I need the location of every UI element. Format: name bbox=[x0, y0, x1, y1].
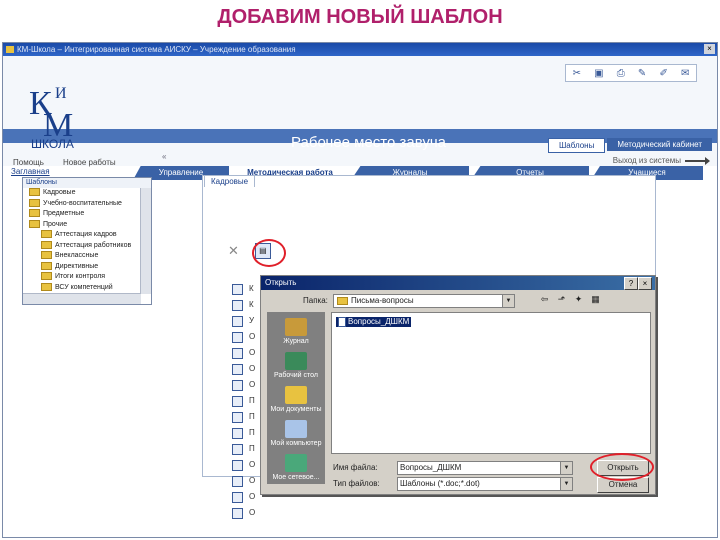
subtab-templates[interactable]: Шаблоны bbox=[547, 138, 606, 153]
tree-title: Шаблоны bbox=[23, 178, 151, 188]
pen-icon[interactable]: ✐ bbox=[659, 68, 667, 79]
template-icon bbox=[232, 460, 243, 471]
file-type-select[interactable]: Шаблоны (*.doc;*.dot) ▼ bbox=[397, 477, 573, 491]
help-icon[interactable]: ? bbox=[624, 277, 638, 290]
template-icon bbox=[232, 508, 243, 519]
mail-icon[interactable]: ✉ bbox=[681, 68, 689, 79]
window-titlebar: КМ-Школа – Интегрированная система АИСКУ… bbox=[3, 43, 717, 56]
tree-item[interactable]: Кадровые bbox=[23, 188, 151, 199]
folder-icon bbox=[41, 230, 52, 239]
folder-icon bbox=[29, 209, 40, 218]
folder-icon bbox=[41, 240, 52, 249]
folder-icon bbox=[41, 272, 52, 281]
school-logo: К И М ШКОЛА bbox=[29, 85, 74, 150]
logout-link[interactable]: Выход из системы bbox=[613, 156, 710, 165]
folder-icon bbox=[29, 219, 40, 228]
tree-item[interactable]: Внеклассные bbox=[23, 251, 151, 262]
highlight-add-template bbox=[252, 239, 286, 267]
workplace-title: Рабочее место завуча bbox=[291, 134, 447, 151]
file-list: Вопросы_ДШКМ bbox=[331, 312, 651, 454]
app-icon bbox=[6, 46, 14, 53]
place-history[interactable]: Журнал bbox=[267, 318, 325, 345]
tree-item[interactable]: Учебно-воспитательные bbox=[23, 198, 151, 210]
chevron-down-icon: ▼ bbox=[560, 462, 572, 474]
close-icon[interactable]: × bbox=[704, 44, 715, 54]
tree-horizontal-scrollbar[interactable] bbox=[23, 293, 141, 304]
tree-item[interactable]: Аттестация кадров bbox=[23, 230, 151, 241]
view-menu-icon[interactable]: ▦ bbox=[590, 294, 601, 305]
window-title: КМ-Школа – Интегрированная система АИСКУ… bbox=[17, 45, 296, 54]
tree-item[interactable]: Предметные bbox=[23, 209, 151, 220]
chevron-down-icon: ▼ bbox=[560, 478, 572, 490]
desktop-icon bbox=[285, 352, 307, 370]
tree-item[interactable]: Аттестация работников bbox=[23, 240, 151, 252]
tree-item[interactable]: Директивные bbox=[23, 261, 151, 273]
template-icon bbox=[232, 444, 243, 455]
arrow-right-icon bbox=[685, 156, 710, 165]
places-bar: Журнал Рабочий стол Мои документы Мой ко… bbox=[267, 312, 325, 484]
template-icon bbox=[232, 396, 243, 407]
template-icon bbox=[232, 348, 243, 359]
tree-item[interactable]: ВСУ компетенций bbox=[23, 282, 151, 294]
file-name-input[interactable]: Вопросы_ДШКМ ▼ bbox=[397, 461, 573, 475]
tree-item[interactable]: Прочие bbox=[23, 219, 151, 231]
folder-icon bbox=[41, 282, 52, 291]
computer-icon bbox=[285, 420, 307, 438]
new-folder-icon[interactable]: ✦ bbox=[573, 294, 584, 305]
tree-item[interactable]: Итоги контроля bbox=[23, 272, 151, 283]
edit-icon[interactable]: ✎ bbox=[638, 68, 646, 79]
dialog-title: Открыть bbox=[265, 278, 297, 287]
chevron-down-icon: ▼ bbox=[502, 295, 514, 307]
template-icon bbox=[232, 332, 243, 343]
template-icon bbox=[232, 492, 243, 503]
folder-icon bbox=[41, 261, 52, 270]
dialog-titlebar: Открыть ? × bbox=[261, 276, 655, 290]
template-icon bbox=[232, 300, 243, 311]
dialog-toolbar: ⇦ ⬏ ✦ ▦ bbox=[539, 294, 601, 305]
template-icon bbox=[232, 476, 243, 487]
slide-title: ДОБАВИМ НОВЫЙ ШАБЛОН bbox=[217, 6, 503, 28]
file-item-selected[interactable]: Вопросы_ДШКМ bbox=[336, 317, 412, 327]
document-icon bbox=[338, 317, 346, 327]
subtab-methodical-office[interactable]: Методический кабинет bbox=[607, 138, 712, 151]
templates-tree: Шаблоны Кадровые Учебно-воспитательные П… bbox=[22, 177, 152, 305]
highlight-open-button bbox=[590, 453, 654, 481]
dialog-close-icon[interactable]: × bbox=[638, 277, 652, 290]
up-folder-icon[interactable]: ⬏ bbox=[556, 294, 567, 305]
template-icon bbox=[232, 316, 243, 327]
save-icon[interactable]: ▣ bbox=[594, 68, 603, 79]
folder-icon bbox=[29, 198, 40, 207]
file-name-label: Имя файла: bbox=[333, 463, 378, 472]
folder-icon bbox=[41, 251, 52, 260]
print-icon[interactable]: ⎙ bbox=[617, 68, 625, 79]
delete-icon[interactable]: ✕ bbox=[228, 243, 239, 259]
cut-icon[interactable]: ✂ bbox=[573, 68, 581, 79]
template-icon bbox=[232, 284, 243, 295]
template-icon bbox=[232, 380, 243, 391]
breadcrumb[interactable]: Заглавная bbox=[11, 167, 50, 176]
place-my-computer[interactable]: Мой компьютер bbox=[267, 420, 325, 447]
history-icon bbox=[285, 318, 307, 336]
svg-text:ШКОЛА: ШКОЛА bbox=[31, 137, 74, 150]
lookin-select[interactable]: Письма-вопросы ▼ bbox=[333, 294, 515, 308]
sub-tabs: Шаблоны Методический кабинет bbox=[546, 138, 712, 153]
template-icon bbox=[232, 364, 243, 375]
back-icon[interactable]: ⇦ bbox=[539, 294, 550, 305]
template-icon bbox=[232, 412, 243, 423]
documents-folder-icon bbox=[285, 386, 307, 404]
tree-vertical-scrollbar[interactable] bbox=[140, 188, 151, 294]
collapse-panel-icon[interactable]: « bbox=[162, 152, 166, 161]
folder-icon bbox=[29, 188, 40, 197]
panel-tab-kadrovye[interactable]: Кадровые bbox=[204, 175, 256, 187]
lookin-label: Папка: bbox=[303, 296, 328, 305]
header-toolbar: ✂ ▣ ⎙ ✎ ✐ ✉ bbox=[565, 64, 697, 82]
place-desktop[interactable]: Рабочий стол bbox=[267, 352, 325, 379]
place-network[interactable]: Мое сетевое... bbox=[267, 454, 325, 481]
file-type-label: Тип файлов: bbox=[333, 479, 380, 488]
place-my-documents[interactable]: Мои документы bbox=[267, 386, 325, 413]
template-icon bbox=[232, 428, 243, 439]
svg-text:И: И bbox=[55, 85, 67, 102]
folder-icon bbox=[337, 296, 348, 305]
network-icon bbox=[285, 454, 307, 472]
